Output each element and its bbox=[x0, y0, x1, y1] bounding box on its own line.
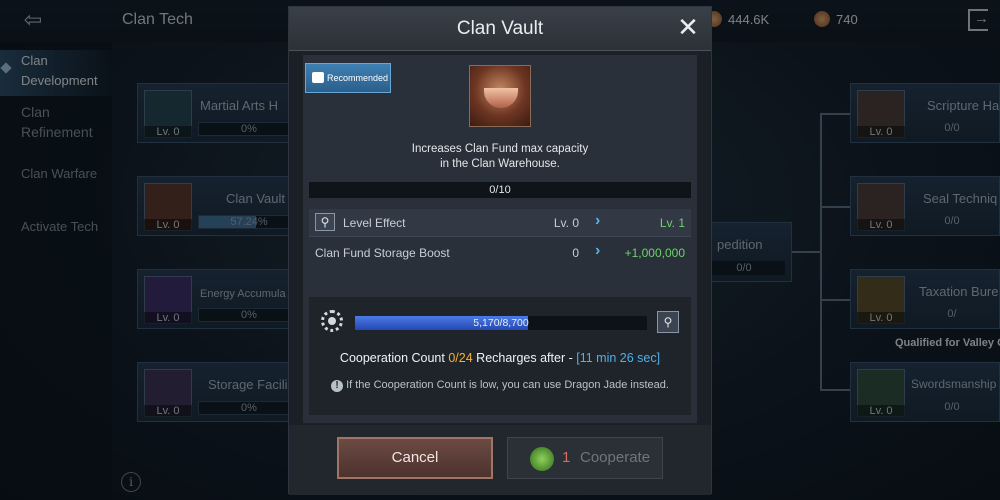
dialog-title: Clan Vault bbox=[456, 18, 544, 39]
cooperation-progress-bar: 5,170/8,700 bbox=[355, 316, 647, 330]
cooperation-info-text: If the Cooperation Count is low, you can… bbox=[346, 379, 669, 391]
dialog-header: Clan Vault ✕ bbox=[289, 7, 711, 51]
level-effect-current: Lv. 0 bbox=[553, 216, 579, 230]
exclamation-icon: ! bbox=[331, 380, 344, 392]
level-effect-next: Lv. 1 bbox=[659, 216, 685, 230]
cooperation-count-line: Cooperation Count 0/24 Recharges after -… bbox=[309, 351, 691, 365]
cooperation-info: ! If the Cooperation Count is low, you ca… bbox=[309, 379, 691, 392]
recharge-time: [11 min 26 sec] bbox=[576, 351, 661, 365]
gear-icon bbox=[321, 310, 343, 332]
recommended-badge: Recommended bbox=[305, 63, 391, 93]
storage-boost-label: Clan Fund Storage Boost bbox=[315, 246, 450, 260]
gold-ingot-icon bbox=[469, 65, 531, 127]
level-effect-label: Level Effect bbox=[343, 216, 406, 230]
cooperation-count-label: Cooperation Count bbox=[339, 351, 445, 365]
level-effect-row: ⚲ Level Effect Lv. 0 › Lv. 1 bbox=[309, 209, 691, 237]
storage-boost-row: Clan Fund Storage Boost 0 › +1,000,000 bbox=[309, 239, 691, 267]
chevron-right-icon: › bbox=[595, 242, 601, 259]
clan-vault-dialog: Clan Vault ✕ Recommended Increases Clan … bbox=[288, 6, 712, 495]
storage-boost-current: 0 bbox=[572, 246, 579, 260]
recommended-label: Recommended bbox=[327, 73, 389, 83]
close-icon[interactable]: ✕ bbox=[675, 14, 701, 41]
cooperate-button[interactable]: 1 Cooperate bbox=[507, 437, 663, 479]
level-progress-bar: 0/10 bbox=[309, 182, 691, 198]
tech-description: Increases Clan Fund max capacity in the … bbox=[369, 142, 631, 172]
cooperate-label: Cooperate bbox=[580, 449, 651, 466]
cooperation-count-value: 0/24 bbox=[448, 351, 473, 365]
cooperation-progress-text: 5,170/8,700 bbox=[473, 317, 529, 329]
storage-boost-next: +1,000,000 bbox=[624, 246, 685, 260]
magnifier-icon[interactable]: ⚲ bbox=[315, 213, 335, 231]
cancel-button[interactable]: Cancel bbox=[337, 437, 493, 479]
cooperate-cost: 1 bbox=[562, 449, 571, 466]
chevron-right-icon: › bbox=[595, 212, 601, 229]
recharge-label: Recharges after - bbox=[476, 351, 573, 365]
dragon-jade-icon bbox=[530, 447, 554, 471]
description-line: Increases Clan Fund max capacity bbox=[411, 143, 589, 155]
thumbs-up-icon bbox=[312, 72, 324, 83]
description-line: in the Clan Warehouse. bbox=[440, 158, 560, 170]
magnifier-icon[interactable]: ⚲ bbox=[657, 311, 679, 333]
cooperation-panel: 5,170/8,700 ⚲ Cooperation Count 0/24 Rec… bbox=[309, 297, 691, 415]
